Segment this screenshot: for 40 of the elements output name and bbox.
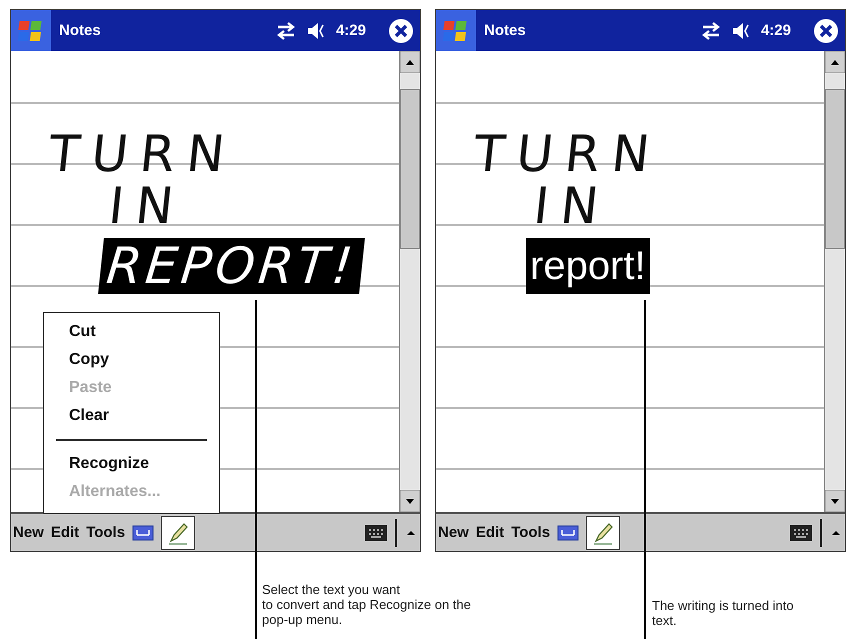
recording-icon[interactable] — [557, 524, 580, 542]
menu-item[interactable]: New — [13, 524, 44, 541]
menu-item[interactable]: Edit — [50, 524, 80, 541]
menu-item[interactable]: Copy — [44, 347, 219, 375]
keyboard-icon[interactable] — [364, 522, 388, 542]
connectivity-icon — [702, 22, 720, 40]
menu-item[interactable]: Clear — [44, 403, 219, 431]
scroll-thumb[interactable] — [400, 89, 420, 249]
recognized-text: report! — [526, 238, 650, 294]
scroll-up-arrow-icon[interactable] — [400, 51, 420, 73]
scroll-down-arrow-icon[interactable] — [400, 490, 420, 512]
start-button[interactable] — [436, 10, 476, 51]
start-button[interactable] — [11, 10, 51, 51]
window-title: Notes — [484, 22, 526, 39]
scroll-bar[interactable] — [824, 51, 845, 512]
close-icon[interactable] — [388, 18, 414, 44]
scroll-thumb[interactable] — [825, 89, 845, 249]
caption-text: Select the text you want to convert and tap Recognize on the pop-up menu. — [262, 582, 471, 627]
pen-icon[interactable] — [167, 520, 190, 544]
menu-item[interactable]: Recognize — [44, 451, 219, 479]
pen-icon[interactable] — [592, 520, 614, 544]
keyboard-icon[interactable] — [789, 522, 813, 542]
clock-time[interactable]: 4:29 — [336, 22, 366, 39]
menu-item[interactable]: New — [438, 524, 469, 541]
clock-time[interactable]: 4:29 — [760, 22, 791, 39]
menu-item[interactable]: Cut — [44, 319, 219, 347]
menu-item[interactable]: Tools — [86, 524, 126, 541]
connectivity-icon — [276, 22, 296, 40]
pen-button[interactable] — [586, 516, 620, 550]
scroll-bar[interactable] — [399, 51, 420, 512]
menu-item[interactable]: Edit — [476, 524, 504, 541]
close-icon[interactable] — [813, 18, 839, 44]
window-title: Notes — [59, 22, 101, 39]
scroll-down-arrow-icon[interactable] — [825, 490, 845, 512]
recording-icon[interactable] — [132, 524, 154, 542]
caption-text: The writing is turned into text. — [652, 598, 794, 628]
handwriting: REPORT! — [98, 238, 366, 294]
pen-button[interactable] — [161, 516, 196, 550]
menu-item[interactable]: Tools — [511, 524, 550, 541]
scroll-up-arrow-icon[interactable] — [825, 51, 845, 73]
